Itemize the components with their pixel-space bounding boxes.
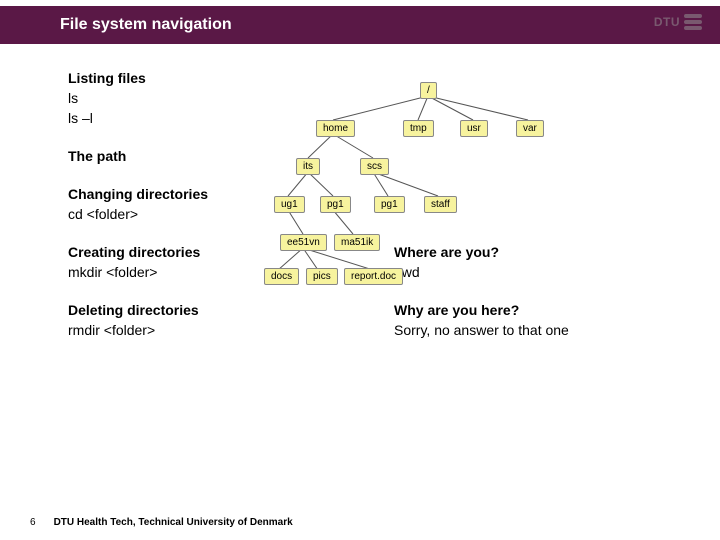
dtu-logo: DTU — [654, 14, 702, 30]
tree-node-ee51vn: ee51vn — [280, 234, 327, 251]
tree-node-ma51ik: ma51ik — [334, 234, 380, 251]
why-block: Why are you here? Sorry, no answer to th… — [394, 302, 680, 338]
slide-title: File system navigation — [60, 16, 232, 33]
tree-node-var: var — [516, 120, 544, 137]
why-heading: Why are you here? — [394, 302, 680, 318]
tree-node-pg1b: pg1 — [374, 196, 405, 213]
tree-node-root: / — [420, 82, 437, 99]
tree-node-report: report.doc — [344, 268, 403, 285]
footer-org: DTU Health Tech, Technical University of… — [54, 517, 293, 528]
logo-bars-icon — [684, 14, 702, 30]
tree-node-its: its — [296, 158, 320, 175]
rmdir-heading: Deleting directories — [68, 302, 354, 318]
rmdir-block: Deleting directories rmdir <folder> — [68, 302, 354, 338]
tree-node-pics: pics — [306, 268, 338, 285]
tree-node-tmp: tmp — [403, 120, 434, 137]
tree-node-ug1: ug1 — [274, 196, 305, 213]
filesystem-tree-diagram: / home tmp usr var its scs ug1 pg1 pg1 s… — [278, 78, 578, 268]
slide-title-bar: File system navigation — [0, 6, 720, 44]
tree-node-staff: staff — [424, 196, 457, 213]
slide-body: Listing files ls ls –l The path Changing… — [68, 70, 680, 360]
logo-text: DTU — [654, 15, 680, 29]
tree-node-docs: docs — [264, 268, 299, 285]
page-number: 6 — [30, 517, 36, 528]
tree-node-scs: scs — [360, 158, 389, 175]
why-text: Sorry, no answer to that one — [394, 322, 680, 338]
tree-node-pg1a: pg1 — [320, 196, 351, 213]
slide-footer: 6 DTU Health Tech, Technical University … — [30, 517, 293, 528]
tree-node-usr: usr — [460, 120, 488, 137]
tree-node-home: home — [316, 120, 355, 137]
rmdir-cmd: rmdir <folder> — [68, 322, 354, 338]
